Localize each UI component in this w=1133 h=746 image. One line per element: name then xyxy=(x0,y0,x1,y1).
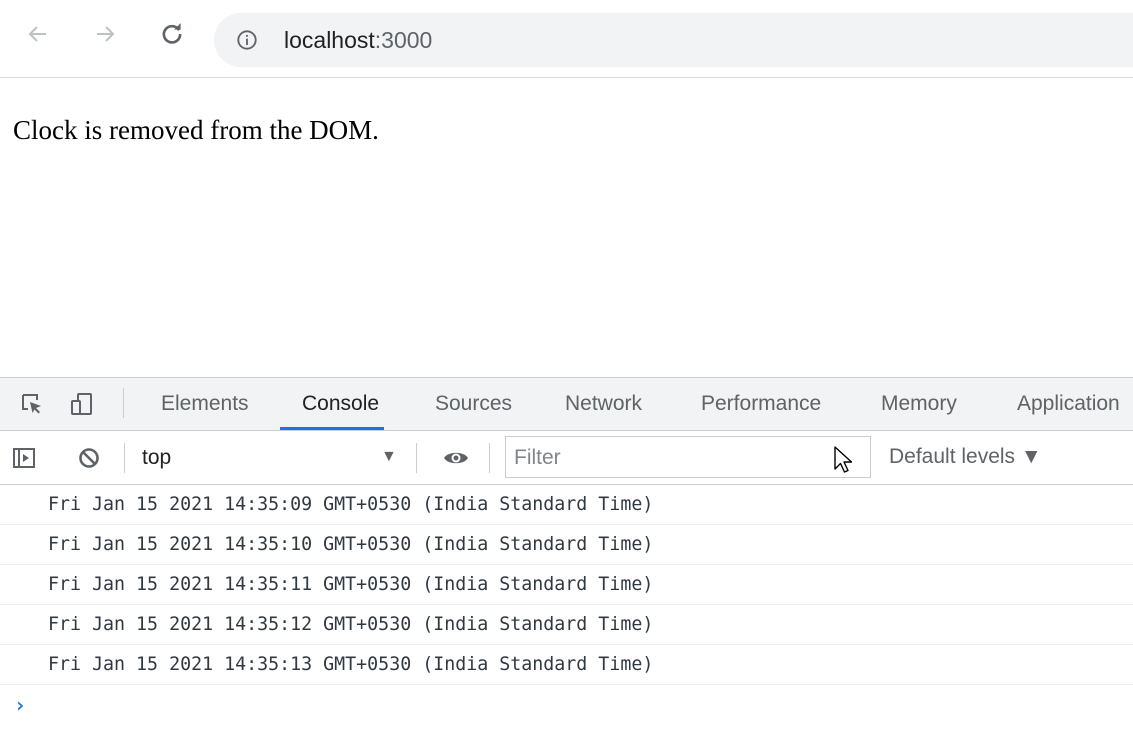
console-message: Fri Jan 15 2021 14:35:09 GMT+0530 (India… xyxy=(0,485,1133,525)
reload-icon xyxy=(162,23,182,44)
toolbar-divider xyxy=(416,443,417,473)
console-output: Fri Jan 15 2021 14:35:09 GMT+0530 (India… xyxy=(0,485,1133,685)
tab-network[interactable]: Network xyxy=(565,378,642,430)
show-sidebar-icon[interactable] xyxy=(12,446,36,470)
arrow-right-icon xyxy=(97,26,115,42)
dropdown-arrow-icon: ▼ xyxy=(381,448,397,465)
tab-elements[interactable]: Elements xyxy=(161,378,249,430)
toolbar-divider xyxy=(123,388,124,418)
back-button[interactable] xyxy=(24,20,52,48)
devtools-tab-bar: Elements Console Sources Network Perform… xyxy=(0,377,1133,431)
url-host: localhost xyxy=(284,27,375,53)
clear-console-icon[interactable] xyxy=(77,446,101,470)
tab-performance[interactable]: Performance xyxy=(701,378,821,430)
url-text[interactable]: localhost:3000 xyxy=(284,26,432,54)
url-port: :3000 xyxy=(374,27,433,53)
context-selector-value: top xyxy=(142,446,172,469)
console-message: Fri Jan 15 2021 14:35:12 GMT+0530 (India… xyxy=(0,605,1133,645)
arrow-left-icon xyxy=(28,26,46,42)
console-message: Fri Jan 15 2021 14:35:11 GMT+0530 (India… xyxy=(0,565,1133,605)
address-bar[interactable]: localhost:3000 xyxy=(214,13,1133,67)
forward-button[interactable] xyxy=(91,20,119,48)
toolbar-divider xyxy=(124,443,125,473)
eye-icon[interactable] xyxy=(442,446,470,470)
filter-input[interactable]: Filter xyxy=(505,436,871,478)
device-toolbar-icon[interactable] xyxy=(70,392,94,416)
info-circle-icon[interactable] xyxy=(236,29,258,51)
tab-sources[interactable]: Sources xyxy=(435,378,512,430)
mouse-cursor-icon xyxy=(834,446,853,473)
log-levels-dropdown[interactable]: Default levels ▼ xyxy=(889,443,1042,471)
tab-memory[interactable]: Memory xyxy=(881,378,957,430)
console-message: Fri Jan 15 2021 14:35:10 GMT+0530 (India… xyxy=(0,525,1133,565)
active-tab-indicator xyxy=(280,427,384,430)
reload-button[interactable] xyxy=(158,20,186,48)
tab-console[interactable]: Console xyxy=(302,378,379,430)
tab-application[interactable]: Application xyxy=(1017,378,1120,430)
toolbar-divider xyxy=(489,443,490,473)
inspect-element-icon[interactable] xyxy=(20,392,44,416)
console-message: Fri Jan 15 2021 14:35:13 GMT+0530 (India… xyxy=(0,645,1133,685)
console-prompt[interactable]: › xyxy=(14,693,26,717)
console-toolbar: top ▼ Filter Default levels ▼ xyxy=(0,431,1133,485)
page-message: Clock is removed from the DOM. xyxy=(13,115,379,145)
browser-toolbar: localhost:3000 xyxy=(0,0,1133,78)
filter-placeholder: Filter xyxy=(514,446,561,469)
